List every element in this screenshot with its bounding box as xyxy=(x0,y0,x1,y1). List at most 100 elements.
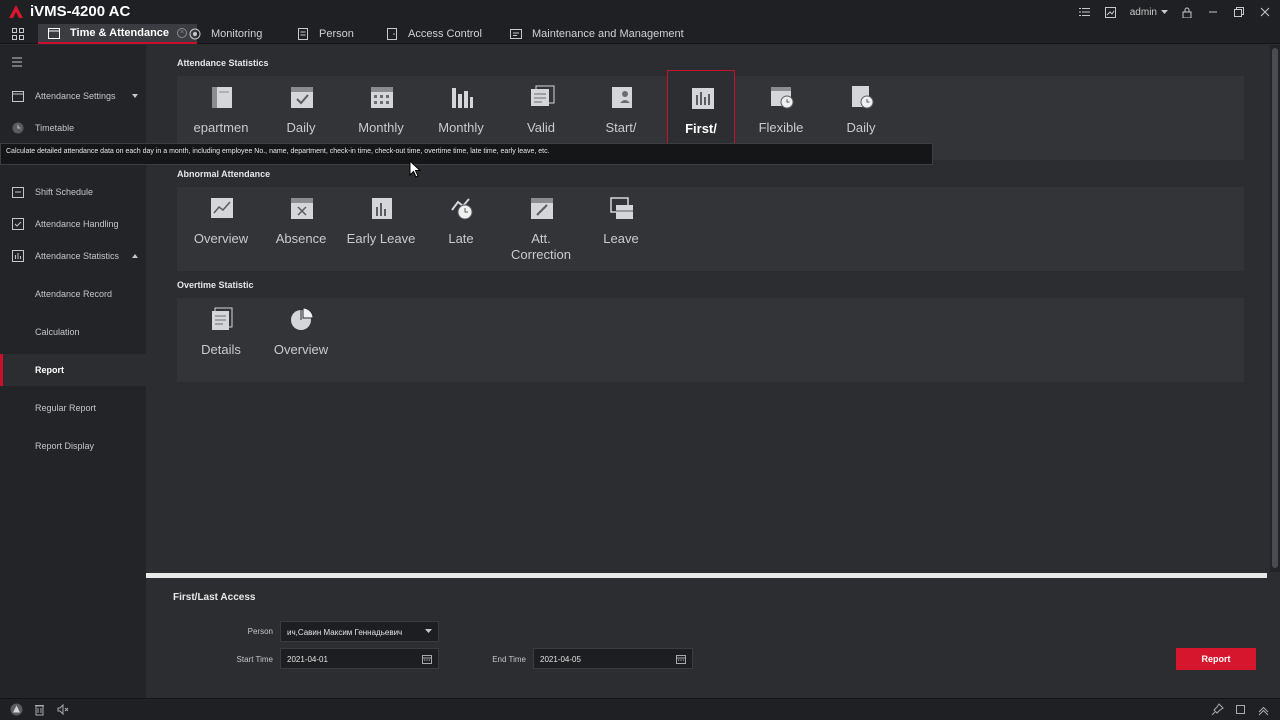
tab-person[interactable]: Person xyxy=(297,24,354,44)
tab-access-control[interactable]: Access Control xyxy=(386,24,482,44)
grid-menu-icon[interactable] xyxy=(11,27,25,41)
hikvision-logo-icon xyxy=(9,5,23,18)
report-button[interactable]: Report xyxy=(1176,648,1256,670)
report-main-area: Attendance Statistics epartmen Daily Mon… xyxy=(146,45,1270,572)
tile-attendance-correction[interactable]: Att. Correction xyxy=(507,187,575,271)
scrollbar-thumb[interactable] xyxy=(1272,48,1278,568)
title-bar: iVMS-4200 AC admin xyxy=(0,0,1280,24)
bar-chart-icon xyxy=(692,88,714,109)
mute-icon[interactable] xyxy=(56,703,69,716)
tile-overtime-overview[interactable]: Overview xyxy=(267,298,335,382)
tab-label: Maintenance and Management xyxy=(532,28,684,40)
person-label: Person xyxy=(247,627,273,636)
tile-absence[interactable]: Absence xyxy=(267,187,335,271)
app-title: iVMS-4200 AC xyxy=(30,3,131,20)
sidebar-item-attendance-settings[interactable]: Attendance Settings xyxy=(0,80,146,112)
sidebar-item-calculation[interactable]: Calculation xyxy=(0,316,146,348)
tile-label: epartmen xyxy=(193,120,249,135)
close-tab-icon[interactable]: × xyxy=(177,28,188,38)
start-time-value: 2021-04-01 xyxy=(287,655,328,664)
daily-check-icon xyxy=(291,87,313,108)
sidebar-item-timetable[interactable]: Timetable xyxy=(0,112,146,144)
sidebar-item-attendance-statistics[interactable]: Attendance Statistics xyxy=(0,240,146,272)
list-icon[interactable] xyxy=(1078,5,1092,19)
image-icon[interactable] xyxy=(1104,5,1118,19)
chevron-up-icon[interactable] xyxy=(1257,703,1270,716)
minimize-icon[interactable] xyxy=(1206,5,1220,19)
tile-label: Daily xyxy=(846,120,876,135)
door-icon xyxy=(387,28,397,40)
clock-late-icon xyxy=(451,198,473,220)
start-time-label: Start Time xyxy=(236,655,273,664)
lock-icon[interactable] xyxy=(1180,5,1194,19)
sidebar-item-shift-schedule[interactable]: Shift Schedule xyxy=(0,176,146,208)
window-controls: admin xyxy=(1078,4,1272,20)
sidebar-item-label: Attendance Statistics xyxy=(35,251,120,261)
tile-abnormal-overview[interactable]: Overview xyxy=(187,187,255,271)
tile-label: First/ xyxy=(685,121,717,136)
collapse-arrow-icon xyxy=(132,254,138,258)
restore-icon[interactable] xyxy=(1232,5,1246,19)
sidebar-item-regular-report[interactable]: Regular Report xyxy=(0,392,146,424)
edit-document-icon xyxy=(531,198,553,219)
vertical-scrollbar[interactable] xyxy=(1270,45,1280,572)
maintenance-icon xyxy=(510,29,522,39)
calendar-icon[interactable] xyxy=(676,654,686,664)
alarm-warning-icon[interactable] xyxy=(10,703,23,716)
tile-label: Monthly xyxy=(358,120,404,135)
tab-label: Person xyxy=(319,28,354,40)
module-tab-bar: Time & Attendance × Monitoring Person Ac… xyxy=(0,24,1280,44)
tile-label: Monthly xyxy=(438,120,484,135)
tab-monitoring[interactable]: Monitoring xyxy=(189,24,262,44)
tab-label: Monitoring xyxy=(211,28,263,40)
abnormal-attendance-panel: Overview Absence Early Leave Late Att. C… xyxy=(177,187,1244,271)
end-time-label: End Time xyxy=(492,655,526,664)
sidebar-item-report[interactable]: Report xyxy=(0,354,146,386)
trend-chart-icon xyxy=(211,198,233,218)
pie-chart-icon xyxy=(291,307,314,330)
tab-time-attendance[interactable]: Time & Attendance × xyxy=(38,24,198,44)
sidebar-item-label: Timetable xyxy=(35,123,75,133)
schedule-icon xyxy=(12,187,24,198)
tile-label: Overview xyxy=(193,231,249,246)
sidebar-item-report-display[interactable]: Report Display xyxy=(0,430,146,462)
person-select[interactable]: ич,Савин Максим Геннадьевич xyxy=(280,621,439,642)
tile-tooltip: Calculate detailed attendance data on ea… xyxy=(0,143,933,165)
tile-late[interactable]: Late xyxy=(427,187,495,271)
tile-leave[interactable]: Leave xyxy=(587,187,655,271)
status-bar xyxy=(0,698,1280,720)
clock-icon xyxy=(12,122,24,134)
chevron-down-icon xyxy=(1161,9,1168,14)
report-panel-title: First/Last Access xyxy=(173,592,256,603)
report-parameters-panel: First/Last Access Person ич,Савин Максим… xyxy=(146,578,1280,698)
end-time-field[interactable]: 2021-04-05 xyxy=(533,648,693,669)
tab-maintenance[interactable]: Maintenance and Management xyxy=(510,24,684,44)
tile-early-leave[interactable]: Early Leave xyxy=(347,187,415,271)
user-name: admin xyxy=(1129,6,1157,18)
maximize-icon[interactable] xyxy=(1234,703,1247,716)
tile-label: Early Leave xyxy=(346,231,416,246)
chevron-down-icon xyxy=(425,629,432,633)
tile-overtime-details[interactable]: Details xyxy=(187,298,255,382)
monitoring-icon xyxy=(189,28,201,40)
sidebar-item-attendance-record[interactable]: Attendance Record xyxy=(0,278,146,310)
menu-toggle-icon[interactable] xyxy=(12,57,24,67)
expand-arrow-icon xyxy=(132,94,138,98)
overtime-statistic-panel: Details Overview xyxy=(177,298,1244,382)
sidebar-item-label: Shift Schedule xyxy=(35,187,94,197)
trash-icon[interactable] xyxy=(33,703,46,716)
calendar-icon[interactable] xyxy=(422,654,432,664)
sidebar-item-attendance-handling[interactable]: Attendance Handling xyxy=(0,208,146,240)
person-card-icon xyxy=(612,87,632,108)
user-menu[interactable]: admin xyxy=(1130,7,1168,18)
check-icon xyxy=(12,218,24,230)
bar-chart-icon xyxy=(452,88,473,108)
document-list-icon xyxy=(531,85,555,106)
tile-label: Valid xyxy=(527,120,555,135)
close-icon[interactable] xyxy=(1258,5,1272,19)
tile-label: Leave xyxy=(603,231,639,246)
sidebar-item-label: Regular Report xyxy=(35,403,97,413)
sidebar-item-label: Attendance Handling xyxy=(35,219,119,229)
start-time-field[interactable]: 2021-04-01 xyxy=(280,648,439,669)
pin-icon[interactable] xyxy=(1211,703,1224,716)
